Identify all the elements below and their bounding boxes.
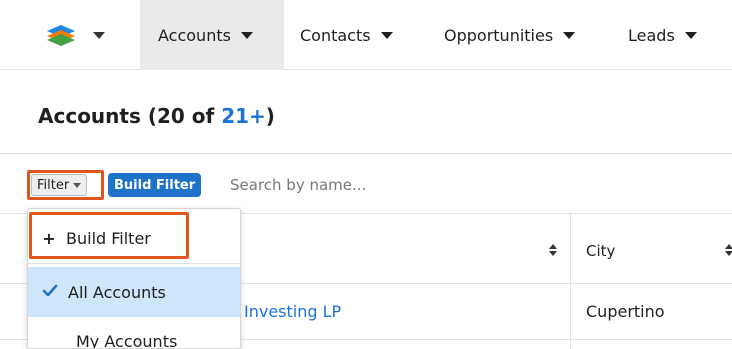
account-name-link[interactable]: Investing LP	[244, 302, 341, 321]
account-city-cell: Cupertino	[586, 302, 665, 321]
record-count-link[interactable]: 21+	[221, 104, 266, 128]
top-nav-bar: Accounts Contacts Opportunities Leads	[0, 0, 732, 70]
menu-divider	[28, 263, 240, 264]
nav-tab-contacts[interactable]: Contacts	[284, 0, 428, 70]
menu-item-my-accounts[interactable]: My Accounts	[28, 321, 240, 349]
build-filter-button[interactable]: Build Filter	[108, 173, 202, 197]
filter-dropdown-menu: + Build Filter All Accounts My Accounts	[27, 208, 241, 349]
chevron-down-icon[interactable]	[240, 31, 253, 39]
nav-tab-label: Accounts	[158, 25, 231, 45]
list-header: Accounts (20 of 21+)	[0, 70, 732, 154]
column-header-city[interactable]: City	[586, 242, 615, 260]
search-input[interactable]	[222, 170, 722, 200]
menu-item-all-accounts[interactable]: All Accounts	[28, 267, 240, 317]
menu-item-label: All Accounts	[68, 282, 166, 302]
page-title-prefix: Accounts (20 of	[38, 104, 222, 128]
chevron-down-icon[interactable]	[563, 31, 576, 39]
menu-item-build-filter[interactable]: + Build Filter	[28, 215, 240, 261]
sort-icon[interactable]	[725, 244, 732, 256]
page-title: Accounts (20 of 21+)	[38, 104, 275, 128]
nav-tab-label: Leads	[628, 25, 675, 45]
chevron-down-icon[interactable]	[684, 31, 697, 39]
nav-tab-accounts[interactable]: Accounts	[140, 0, 284, 70]
filter-bar: Filter Build Filter	[0, 154, 732, 214]
menu-item-label: Build Filter	[66, 228, 151, 248]
chevron-down-icon	[93, 32, 105, 39]
nav-tab-label: Opportunities	[444, 25, 554, 45]
nav-tab-leads[interactable]: Leads	[608, 0, 732, 70]
plus-icon: +	[42, 228, 56, 248]
page-title-suffix: )	[265, 104, 275, 128]
menu-item-label: My Accounts	[76, 331, 178, 349]
nav-tab-opportunities[interactable]: Opportunities	[428, 0, 608, 70]
nav-tab-label: Contacts	[300, 25, 371, 45]
filter-dropdown-button[interactable]: Filter	[31, 174, 88, 196]
caret-down-icon	[73, 182, 82, 188]
filter-button-label: Filter	[37, 177, 70, 193]
app-logo-menu[interactable]	[46, 23, 105, 47]
chevron-down-icon[interactable]	[380, 31, 393, 39]
layers-logo-icon	[47, 25, 75, 46]
sort-icon[interactable]	[549, 244, 557, 256]
checkmark-icon	[42, 283, 58, 302]
